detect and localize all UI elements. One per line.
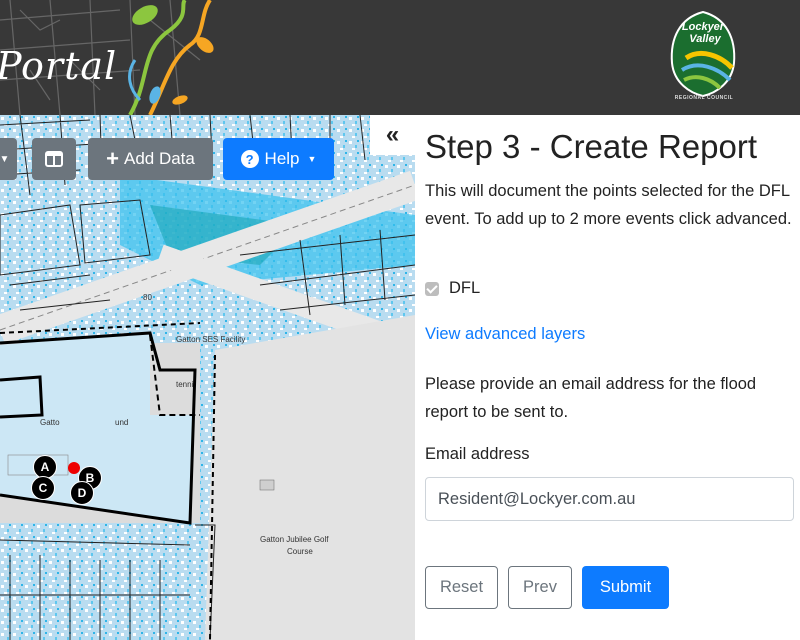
- step-title: Step 3 - Create Report: [425, 128, 757, 165]
- help-label: Help: [264, 149, 300, 168]
- split-view-button[interactable]: [32, 138, 76, 180]
- question-circle-icon: ?: [240, 150, 259, 168]
- map-label-golf-course-2: Course: [287, 547, 313, 556]
- flood-map[interactable]: Gatton SES Facility tenni Gatto und Gatt…: [0, 115, 415, 640]
- email-label: Email address: [425, 445, 530, 463]
- map-label-tennis: tenni: [176, 380, 194, 389]
- map-label-ses-facility: Gatton SES Facility: [176, 335, 246, 344]
- prev-button[interactable]: Prev: [508, 566, 572, 609]
- caret-down-icon: ▼: [307, 154, 317, 164]
- dfl-checkbox[interactable]: [425, 281, 439, 296]
- app-header: Portal Lockyer Valley REGIONAL COUNCIL: [0, 0, 800, 115]
- email-input[interactable]: [425, 477, 794, 521]
- intro-text: This will document the points selected f…: [425, 182, 792, 228]
- logo-text-line1: Lockyer: [682, 21, 725, 33]
- dfl-checkbox-row[interactable]: DFL: [425, 279, 480, 298]
- logo-text-line2: Valley: [689, 33, 721, 45]
- reset-button[interactable]: Reset: [425, 566, 498, 609]
- lockyer-valley-logo: Lockyer Valley: [670, 10, 736, 98]
- map-label-gatton: Gatto: [40, 418, 60, 427]
- view-advanced-layers-link[interactable]: View advanced layers: [425, 325, 585, 344]
- split-view-icon: [45, 151, 63, 167]
- map-marker-d[interactable]: D: [70, 481, 94, 505]
- logo-subtitle: REGIONAL COUNCIL: [674, 95, 734, 101]
- add-data-label: Add Data: [123, 149, 195, 168]
- dfl-label: DFL: [449, 279, 481, 297]
- decorative-vine-icon: [128, 0, 214, 115]
- submit-button[interactable]: Submit: [582, 566, 669, 609]
- map-marker-c[interactable]: C: [31, 476, 55, 500]
- email-instructions: Please provide an email address for the …: [425, 375, 757, 421]
- portal-title: Portal: [0, 44, 118, 88]
- map-label-golf-course: Gatton Jubilee Golf: [260, 535, 329, 544]
- help-dropdown-button[interactable]: ? Help ▼: [223, 138, 334, 180]
- add-data-button[interactable]: + Add Data: [88, 138, 213, 180]
- collapse-panel-button[interactable]: «: [370, 115, 415, 155]
- map-label-ground: und: [115, 418, 129, 427]
- map-label-road-number: 80: [143, 293, 152, 302]
- caret-down-icon: ▼: [0, 153, 10, 165]
- map-canvas[interactable]: [0, 115, 415, 640]
- plus-icon: +: [106, 146, 119, 171]
- layers-dropdown-button[interactable]: ▼: [0, 138, 17, 180]
